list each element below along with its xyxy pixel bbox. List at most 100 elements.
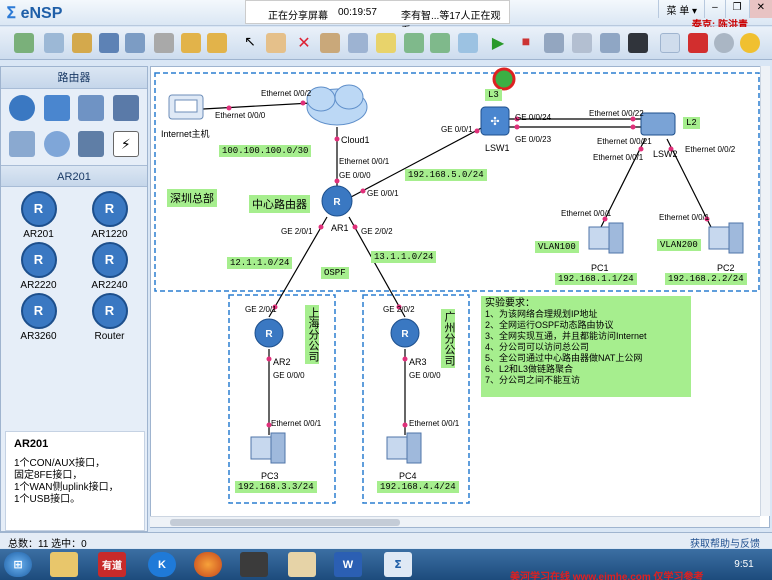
status-count: 总数：11 选中：0 xyxy=(8,539,87,550)
pc4-net-label: 192.168.4.4/24 xyxy=(377,481,459,493)
router-icon: R xyxy=(20,191,57,227)
router-icon: R xyxy=(91,242,128,278)
explorer-icon[interactable] xyxy=(50,552,78,577)
undo-icon[interactable] xyxy=(181,33,201,53)
pc4-icon[interactable] xyxy=(386,432,422,464)
device-label: AR3260 xyxy=(20,331,57,342)
stop-icon[interactable]: ■ xyxy=(516,33,536,53)
other-category-icon[interactable] xyxy=(78,131,105,157)
firefox-icon[interactable] xyxy=(194,552,222,577)
desc-title: AR201 xyxy=(14,438,49,450)
cli-icon[interactable] xyxy=(600,33,620,53)
device-label: AR201 xyxy=(23,229,54,240)
capture-icon[interactable] xyxy=(544,33,564,53)
net-core-label: 192.168.5.0/24 xyxy=(405,169,487,181)
redo-icon[interactable] xyxy=(207,33,227,53)
firewall-category-icon[interactable] xyxy=(112,95,139,121)
pc-category-icon[interactable] xyxy=(9,131,36,157)
ar1-label: AR1 xyxy=(331,223,349,233)
scrollbar-thumb[interactable] xyxy=(170,519,400,526)
requirement-item: 7、分公司之间不能互访 xyxy=(485,375,581,385)
text-icon[interactable] xyxy=(348,33,368,53)
pc3-icon[interactable] xyxy=(250,432,286,464)
device-item[interactable]: R AR3260 xyxy=(3,293,74,342)
delete-icon[interactable]: ✕ xyxy=(294,33,314,53)
tools-icon[interactable] xyxy=(288,552,316,577)
routers-heading: 路由器 xyxy=(1,67,147,89)
port-label: Ethernet 0/0/2 xyxy=(261,89,312,98)
device-item[interactable]: R AR1220 xyxy=(74,191,145,240)
app-logo: ⵉ eNSP xyxy=(6,5,63,22)
link-category-icon[interactable]: ⚡ xyxy=(112,131,139,157)
terminal-icon[interactable] xyxy=(628,33,648,53)
svg-text:✣: ✣ xyxy=(490,115,499,128)
save-icon[interactable] xyxy=(99,33,119,53)
topology-canvas[interactable]: R ✣ R R Internet主机 Cloud1 AR1 LSW1 LSW2 … xyxy=(150,66,770,528)
close-button[interactable]: ✕ xyxy=(748,0,772,18)
topology-icon[interactable] xyxy=(572,33,592,53)
status-bar: 总数：11 选中：0 获取帮助与反馈 xyxy=(0,532,772,550)
ar1-router-icon[interactable]: R xyxy=(321,185,353,217)
net-public-label: 100.100.100.0/30 xyxy=(219,145,312,157)
device-item[interactable]: R Router xyxy=(74,293,145,342)
device-item[interactable]: R AR2240 xyxy=(74,242,145,291)
help-icon[interactable] xyxy=(740,33,760,53)
word-icon[interactable]: W xyxy=(334,552,362,577)
select-icon[interactable]: ↖ xyxy=(240,33,260,53)
ar2-label: AR2 xyxy=(273,357,291,367)
pc2-icon[interactable] xyxy=(708,222,744,254)
device-item[interactable]: R AR201 xyxy=(3,191,74,240)
net-sh-label: 12.1.1.0/24 xyxy=(227,257,293,269)
clock: 9:51 xyxy=(734,559,754,570)
ar2-router-icon[interactable]: R xyxy=(254,318,284,348)
switch-category-icon[interactable] xyxy=(43,95,70,121)
new-topology-icon[interactable] xyxy=(14,33,34,53)
port-label: GE 0/0/0 xyxy=(273,371,305,380)
ar3-label: AR3 xyxy=(409,357,427,367)
save-as-icon[interactable] xyxy=(125,33,145,53)
cloud-icon[interactable] xyxy=(306,84,368,126)
port-label: Ethernet 0/0/2 xyxy=(685,145,736,154)
eraser-icon[interactable] xyxy=(320,33,340,53)
ensp-task-icon[interactable]: ⵉ xyxy=(384,552,412,577)
shanghai-area xyxy=(228,294,336,504)
device-panel: 路由器 ⚡ AR201 R AR201 R AR1220 R AR2220 R AR2240 R… xyxy=(0,66,148,532)
start-icon[interactable]: ▶ xyxy=(488,33,508,53)
open-icon[interactable] xyxy=(72,33,92,53)
print-icon[interactable] xyxy=(154,33,174,53)
gear-icon[interactable] xyxy=(714,33,734,53)
router-category-icon[interactable] xyxy=(9,95,36,121)
lsw2-switch-icon[interactable] xyxy=(640,112,676,136)
vertical-scrollbar[interactable] xyxy=(760,66,770,516)
chat-icon[interactable] xyxy=(660,33,680,53)
device-description: AR201 1个CON/AUX接口， 固定8FE接口， 1个WAN侧uplink… xyxy=(5,431,145,531)
internet-host-icon[interactable] xyxy=(168,94,204,120)
wlan-category-icon[interactable] xyxy=(78,95,105,121)
fit-icon[interactable] xyxy=(458,33,478,53)
hand-icon[interactable] xyxy=(266,33,286,53)
zoom-in-icon[interactable] xyxy=(404,33,424,53)
zoom-out-icon[interactable] xyxy=(430,33,450,53)
toolbar: ↖ ✕ ▶ ■ xyxy=(0,27,772,60)
k-app-icon[interactable]: K xyxy=(148,552,176,577)
device-item[interactable]: R AR2220 xyxy=(3,242,74,291)
cloud-category-icon[interactable] xyxy=(43,131,70,157)
start-button[interactable]: ⊞ xyxy=(4,552,32,577)
lsw1-switch-icon[interactable]: ✣ xyxy=(480,106,510,136)
huawei-icon[interactable] xyxy=(688,33,708,53)
terminal-app-icon[interactable] xyxy=(240,552,268,577)
help-feedback-link[interactable]: 获取帮助与反馈 xyxy=(690,535,760,550)
pc3-label: PC3 xyxy=(261,471,279,481)
note-icon[interactable] xyxy=(376,33,396,53)
hq-label: 深圳总部 xyxy=(167,189,217,207)
lsw1-label: LSW1 xyxy=(485,143,510,153)
cursor-highlight xyxy=(492,67,516,91)
horizontal-scrollbar[interactable] xyxy=(150,516,760,527)
router-icon: R xyxy=(91,293,128,329)
youdao-icon[interactable]: 有道 xyxy=(98,552,126,577)
ar3-router-icon[interactable]: R xyxy=(390,318,420,348)
new-example-icon[interactable] xyxy=(44,33,64,53)
pc1-icon[interactable] xyxy=(588,222,624,254)
guangzhou-label: 广州分公司 xyxy=(441,309,455,368)
desc-line: 1个USB接口。 xyxy=(14,494,81,505)
